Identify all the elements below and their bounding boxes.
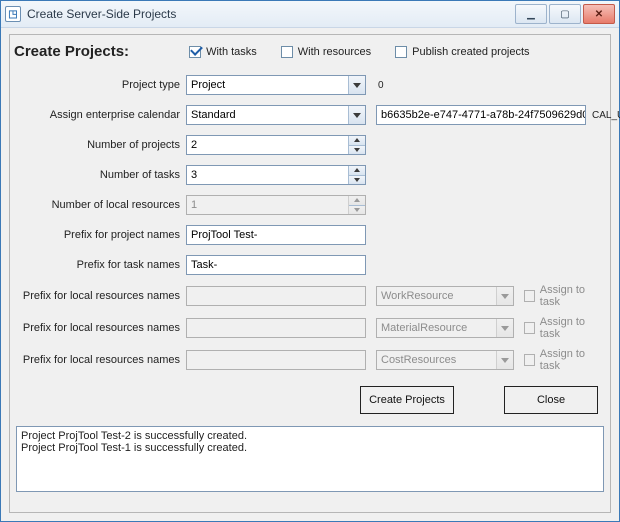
system-menu-icon[interactable]: ◳ [5, 6, 21, 22]
spinner-up-icon [349, 196, 365, 205]
spinner-down-icon [349, 205, 365, 215]
client-area: Create Projects: With tasks With resourc… [1, 28, 619, 521]
prefix-project-value: ProjTool Test- [187, 229, 365, 241]
res-type-combobox: MaterialResource [376, 318, 514, 338]
project-type-side-value: 0 [376, 80, 586, 91]
num-local-resources-value: 1 [187, 199, 348, 211]
assign-to-task-checkbox: Assign to task [524, 348, 600, 372]
num-projects-spinner[interactable]: 2 [186, 135, 366, 155]
checkbox-icon [524, 354, 535, 366]
res-type-value: MaterialResource [377, 322, 496, 334]
num-local-resources-label: Number of local resources [16, 199, 186, 211]
form-area: Project type Project 0 Assign enterprise… [10, 74, 610, 380]
assign-to-task-checkbox: Assign to task [524, 316, 600, 340]
status-log[interactable]: Project ProjTool Test-2 is successfully … [16, 426, 604, 492]
res-type-combobox: CostResources [376, 350, 514, 370]
checkbox-icon [395, 46, 407, 58]
spinner-buttons[interactable] [348, 166, 365, 184]
chevron-down-icon [496, 319, 513, 337]
calendar-combobox[interactable]: Standard [186, 105, 366, 125]
prefix-task-value: Task- [187, 259, 365, 271]
res-type-value: CostResources [377, 354, 496, 366]
res-prefix-label: Prefix for local resources names [16, 322, 186, 334]
calendar-uid-value: b6635b2e-e747-4771-a78b-24f7509629d0 [377, 109, 585, 121]
project-type-label: Project type [16, 79, 186, 91]
create-projects-button[interactable]: Create Projects [360, 386, 454, 414]
assign-to-task-label: Assign to task [540, 316, 600, 340]
titlebar: ◳ Create Server-Side Projects ▁ ▢ ✕ [1, 1, 619, 28]
form-group: Create Projects: With tasks With resourc… [9, 34, 611, 513]
res-prefix-field [186, 350, 366, 370]
spinner-up-icon[interactable] [349, 166, 365, 175]
minimize-button[interactable]: ▁ [515, 4, 547, 24]
minimize-icon: ▁ [527, 9, 535, 20]
chevron-down-icon [496, 287, 513, 305]
window-title: Create Server-Side Projects [27, 7, 515, 21]
project-type-combobox[interactable]: Project [186, 75, 366, 95]
prefix-task-label: Prefix for task names [16, 259, 186, 271]
chevron-down-icon[interactable] [348, 106, 365, 124]
num-tasks-spinner[interactable]: 3 [186, 165, 366, 185]
calendar-uid-field[interactable]: b6635b2e-e747-4771-a78b-24f7509629d0 [376, 105, 586, 125]
header-label: Create Projects: [14, 43, 129, 60]
calendar-value: Standard [187, 109, 348, 121]
dialog-window: ◳ Create Server-Side Projects ▁ ▢ ✕ Crea… [0, 0, 620, 522]
close-icon: ✕ [595, 9, 603, 20]
num-projects-label: Number of projects [16, 139, 186, 151]
res-prefix-field [186, 318, 366, 338]
res-prefix-field [186, 286, 366, 306]
spinner-down-icon[interactable] [349, 175, 365, 185]
assign-to-task-label: Assign to task [540, 284, 600, 308]
num-tasks-value: 3 [187, 169, 348, 181]
button-row: Create Projects Close [10, 380, 610, 426]
checkbox-icon [524, 322, 535, 334]
publish-checkbox[interactable]: Publish created projects [395, 46, 529, 58]
num-local-resources-spinner: 1 [186, 195, 366, 215]
checkbox-icon [189, 46, 201, 58]
num-projects-value: 2 [187, 139, 348, 151]
spinner-buttons [348, 196, 365, 214]
publish-label: Publish created projects [412, 46, 529, 58]
with-resources-label: With resources [298, 46, 371, 58]
with-tasks-checkbox[interactable]: With tasks [189, 46, 257, 58]
spinner-down-icon[interactable] [349, 145, 365, 155]
chevron-down-icon [496, 351, 513, 369]
window-buttons: ▁ ▢ ✕ [515, 4, 615, 24]
calendar-label: Assign enterprise calendar [16, 109, 186, 121]
header-row: Create Projects: With tasks With resourc… [10, 35, 610, 74]
maximize-icon: ▢ [560, 9, 569, 20]
res-type-combobox: WorkResource [376, 286, 514, 306]
spinner-up-icon[interactable] [349, 136, 365, 145]
num-tasks-label: Number of tasks [16, 169, 186, 181]
maximize-button[interactable]: ▢ [549, 4, 581, 24]
prefix-project-field[interactable]: ProjTool Test- [186, 225, 366, 245]
prefix-project-label: Prefix for project names [16, 229, 186, 241]
close-window-button[interactable]: ✕ [583, 4, 615, 24]
res-type-value: WorkResource [377, 290, 496, 302]
calendar-uid-suffix: CAL_UID [586, 110, 620, 121]
assign-to-task-checkbox: Assign to task [524, 284, 600, 308]
close-button[interactable]: Close [504, 386, 598, 414]
res-prefix-label: Prefix for local resources names [16, 290, 186, 302]
res-prefix-label: Prefix for local resources names [16, 354, 186, 366]
project-type-value: Project [187, 79, 348, 91]
with-tasks-label: With tasks [206, 46, 257, 58]
chevron-down-icon[interactable] [348, 76, 365, 94]
with-resources-checkbox[interactable]: With resources [281, 46, 371, 58]
prefix-task-field[interactable]: Task- [186, 255, 366, 275]
checkbox-icon [281, 46, 293, 58]
checkbox-icon [524, 290, 535, 302]
assign-to-task-label: Assign to task [540, 348, 600, 372]
spinner-buttons[interactable] [348, 136, 365, 154]
